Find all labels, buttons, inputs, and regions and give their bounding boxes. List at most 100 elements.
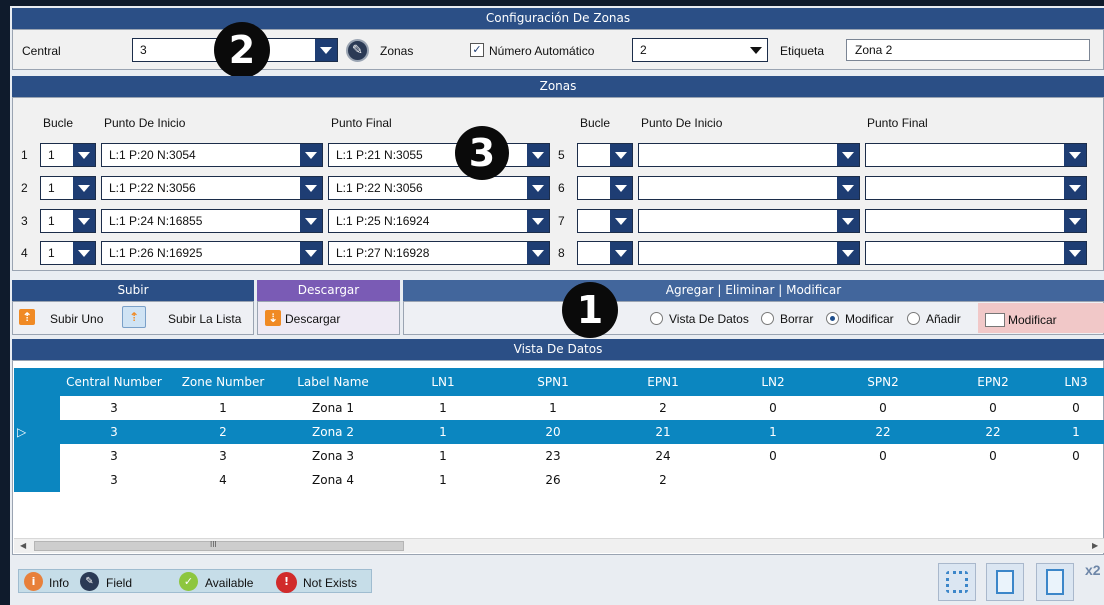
download-arrow-icon[interactable]: ⇣ — [265, 310, 281, 326]
end-point-select[interactable] — [865, 241, 1087, 265]
chevron-down-icon[interactable] — [527, 242, 549, 264]
table-cell[interactable]: 0 — [718, 396, 828, 420]
column-header[interactable]: EPN2 — [938, 368, 1048, 396]
mode-radio[interactable] — [650, 312, 663, 325]
chevron-down-icon[interactable] — [527, 177, 549, 199]
table-cell[interactable]: 3 — [60, 468, 168, 492]
chevron-down-icon[interactable] — [837, 242, 859, 264]
table-cell[interactable]: 1 — [1048, 420, 1104, 444]
column-header[interactable]: Label Name — [278, 368, 388, 396]
table-cell[interactable] — [938, 468, 1048, 492]
table-cell[interactable]: Zona 4 — [278, 468, 388, 492]
table-cell[interactable]: 1 — [388, 420, 498, 444]
table-cell[interactable]: 23 — [498, 444, 608, 468]
column-header[interactable]: Zone Number — [168, 368, 278, 396]
bucle-select[interactable]: 1 — [40, 176, 96, 200]
end-point-select[interactable] — [865, 143, 1087, 167]
table-cell[interactable]: 0 — [718, 444, 828, 468]
chevron-down-icon[interactable] — [610, 242, 632, 264]
chevron-down-icon[interactable] — [300, 242, 322, 264]
table-cell[interactable]: 1 — [388, 444, 498, 468]
mode-radio[interactable] — [761, 312, 774, 325]
subir-lista-button[interactable]: Subir La Lista — [168, 312, 241, 326]
modificar-action-icon[interactable] — [985, 313, 1005, 327]
table-cell[interactable]: 0 — [828, 444, 938, 468]
chevron-down-icon[interactable] — [300, 177, 322, 199]
table-cell[interactable]: 3 — [60, 444, 168, 468]
table-cell[interactable]: 1 — [718, 420, 828, 444]
row-header-cell[interactable] — [14, 396, 60, 420]
start-point-select[interactable]: L:1 P:22 N:3056 — [101, 176, 323, 200]
table-cell[interactable]: Zona 3 — [278, 444, 388, 468]
table-row[interactable]: 3 4 Zona 4 1 26 2 — [14, 468, 1104, 492]
table-cell[interactable]: 1 — [498, 396, 608, 420]
start-point-select[interactable]: L:1 P:24 N:16855 — [101, 209, 323, 233]
chevron-down-icon[interactable] — [73, 177, 95, 199]
edit-pencil-icon[interactable]: ✎ — [346, 39, 369, 62]
table-cell[interactable]: 2 — [168, 420, 278, 444]
table-cell[interactable]: 3 — [60, 396, 168, 420]
table-cell[interactable]: 0 — [828, 396, 938, 420]
scroll-left-arrow-icon[interactable]: ◀ — [20, 541, 26, 550]
chevron-down-icon[interactable] — [610, 210, 632, 232]
table-cell[interactable]: 22 — [938, 420, 1048, 444]
modificar-action-button[interactable]: Modificar — [1008, 313, 1057, 327]
column-header[interactable]: LN1 — [388, 368, 498, 396]
chevron-down-icon[interactable] — [610, 144, 632, 166]
chevron-down-icon[interactable] — [745, 39, 767, 61]
end-point-select[interactable] — [865, 209, 1087, 233]
start-point-select[interactable]: L:1 P:20 N:3054 — [101, 143, 323, 167]
table-cell[interactable] — [718, 468, 828, 492]
chevron-down-icon[interactable] — [1064, 210, 1086, 232]
table-row[interactable]: 3 3 Zona 3 1 23 24 0 0 0 0 — [14, 444, 1104, 468]
upload-arrow-icon[interactable]: ⇡ — [19, 309, 35, 325]
upload-list-icon[interactable]: ⇡ — [122, 306, 146, 328]
end-point-select[interactable]: L:1 P:22 N:3056 — [328, 176, 550, 200]
mode-radio-label[interactable]: Vista De Datos — [669, 312, 749, 326]
table-row[interactable]: ▷ 3 2 Zona 2 1 20 21 1 22 22 1 — [14, 420, 1104, 444]
chevron-down-icon[interactable] — [300, 210, 322, 232]
table-cell[interactable]: 24 — [608, 444, 718, 468]
table-cell[interactable]: 1 — [388, 396, 498, 420]
column-header[interactable]: LN3 — [1048, 368, 1104, 396]
bucle-select[interactable]: 1 — [40, 209, 96, 233]
end-point-select[interactable] — [865, 176, 1087, 200]
chevron-down-icon[interactable] — [1064, 144, 1086, 166]
start-point-select[interactable] — [638, 241, 860, 265]
column-header[interactable]: EPN1 — [608, 368, 718, 396]
descargar-button[interactable]: Descargar — [285, 312, 340, 326]
mode-radio-label[interactable]: Añadir — [926, 312, 961, 326]
start-point-select[interactable] — [638, 209, 860, 233]
chevron-down-icon[interactable] — [73, 210, 95, 232]
chevron-down-icon[interactable] — [527, 210, 549, 232]
start-point-select[interactable] — [638, 176, 860, 200]
bucle-select[interactable] — [577, 209, 633, 233]
mode-radio-label[interactable]: Modificar — [845, 312, 894, 326]
chevron-down-icon[interactable] — [837, 177, 859, 199]
table-cell[interactable]: 22 — [828, 420, 938, 444]
table-cell[interactable]: 0 — [938, 396, 1048, 420]
bucle-select[interactable] — [577, 241, 633, 265]
table-cell[interactable]: 3 — [60, 420, 168, 444]
auto-number-checkbox[interactable]: ✓ — [470, 43, 484, 57]
row-header-cell[interactable] — [14, 468, 60, 492]
table-cell[interactable] — [828, 468, 938, 492]
table-cell[interactable] — [1048, 468, 1104, 492]
end-point-select[interactable]: L:1 P:21 N:3055 — [328, 143, 550, 167]
start-point-select[interactable] — [638, 143, 860, 167]
table-cell[interactable]: 26 — [498, 468, 608, 492]
mode-radio-label[interactable]: Borrar — [780, 312, 813, 326]
scroll-thumb[interactable] — [34, 541, 404, 551]
start-point-select[interactable]: L:1 P:26 N:16925 — [101, 241, 323, 265]
table-cell[interactable]: 1 — [168, 396, 278, 420]
chevron-down-icon[interactable] — [527, 144, 549, 166]
bucle-select[interactable]: 1 — [40, 241, 96, 265]
table-cell[interactable]: 2 — [608, 396, 718, 420]
bucle-select[interactable]: 1 — [40, 143, 96, 167]
chevron-down-icon[interactable] — [73, 144, 95, 166]
chevron-down-icon[interactable] — [610, 177, 632, 199]
table-cell[interactable]: 21 — [608, 420, 718, 444]
row-selector-arrow-icon[interactable]: ▷ — [14, 420, 60, 444]
zone-number-select[interactable]: 2 — [632, 38, 768, 62]
column-header[interactable]: Central Number — [60, 368, 168, 396]
